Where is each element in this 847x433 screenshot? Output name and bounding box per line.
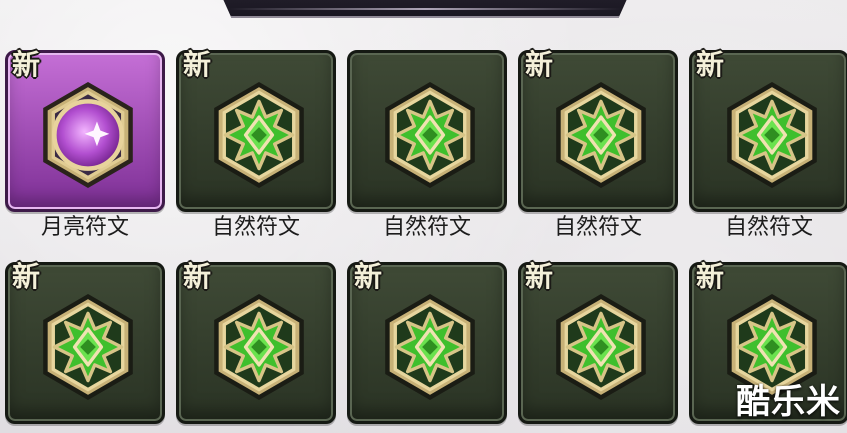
rune-card[interactable]: 新 xyxy=(176,262,336,424)
new-badge: 新 xyxy=(12,260,41,293)
new-badge: 新 xyxy=(183,48,212,81)
rune-label: 自然符文 xyxy=(553,215,642,240)
rune-card[interactable]: 新 xyxy=(347,262,507,424)
rune-card[interactable]: 新 xyxy=(689,50,847,212)
rune-card[interactable]: 新 xyxy=(5,262,165,424)
new-badge: 新 xyxy=(183,260,212,293)
new-badge: 新 xyxy=(696,48,725,81)
moon-rune-icon xyxy=(43,82,133,188)
rune-card[interactable]: 新 xyxy=(5,50,165,212)
rune-card[interactable] xyxy=(347,50,507,212)
watermark: 酷乐米 xyxy=(736,382,841,422)
header-banner xyxy=(210,0,640,18)
new-badge: 新 xyxy=(12,48,41,81)
nature-rune-icon xyxy=(385,82,475,188)
rune-label: 自然符文 xyxy=(382,215,471,240)
new-badge: 新 xyxy=(354,260,383,293)
rune-card[interactable]: 新 xyxy=(518,262,678,424)
new-badge: 新 xyxy=(696,260,725,293)
rune-card[interactable]: 新 xyxy=(518,50,678,212)
new-badge: 新 xyxy=(525,48,554,81)
rune-card[interactable]: 新 xyxy=(176,50,336,212)
nature-rune-icon xyxy=(214,294,304,400)
rune-label: 月亮符文 xyxy=(40,215,129,240)
nature-rune-icon xyxy=(727,82,817,188)
nature-rune-icon xyxy=(43,294,133,400)
rune-label: 自然符文 xyxy=(211,215,300,240)
nature-rune-icon xyxy=(214,82,304,188)
nature-rune-icon xyxy=(556,294,646,400)
rune-grid: 新 月亮符文 新 自然符文 自然符文 新 自然符文 新 自然符文 新 新 新 新… xyxy=(5,50,847,433)
nature-rune-icon xyxy=(556,82,646,188)
new-badge: 新 xyxy=(525,260,554,293)
rune-label: 自然符文 xyxy=(724,215,813,240)
nature-rune-icon xyxy=(385,294,475,400)
